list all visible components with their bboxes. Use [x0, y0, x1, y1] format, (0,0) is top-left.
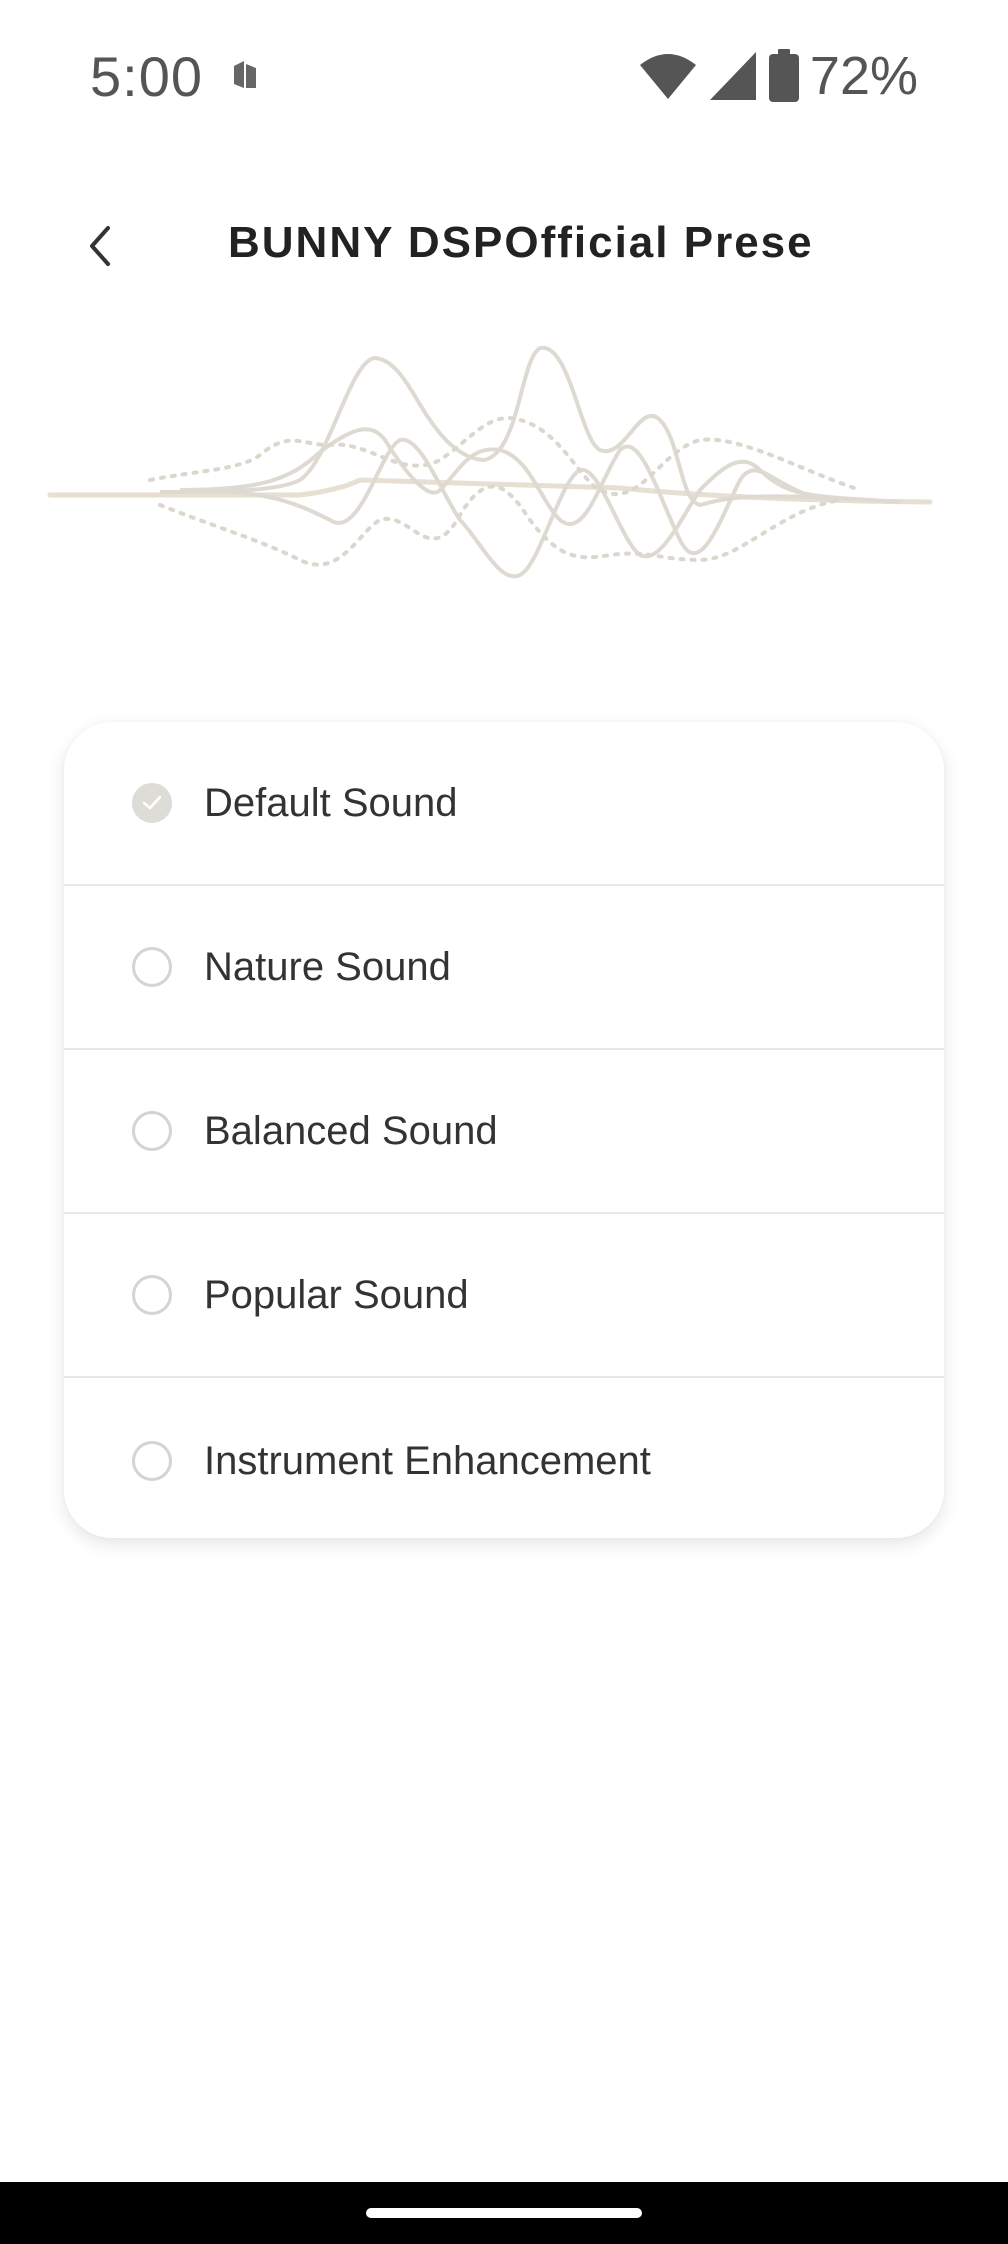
- preset-list-card: Default Sound Nature Sound Balanced Soun…: [64, 722, 944, 1538]
- header: BUNNY DSPOfficial Prese: [0, 190, 1008, 300]
- radio-unselected[interactable]: [132, 1441, 172, 1481]
- preset-option-balanced[interactable]: Balanced Sound: [64, 1050, 944, 1214]
- preset-option-instrument[interactable]: Instrument Enhancement: [64, 1378, 944, 1538]
- check-icon: [142, 795, 162, 810]
- preset-option-default[interactable]: Default Sound: [64, 722, 944, 886]
- page-title: BUNNY DSPOfficial Prese: [228, 218, 814, 267]
- system-nav-bar: [0, 2182, 1008, 2244]
- back-button[interactable]: [64, 210, 136, 282]
- preset-option-popular[interactable]: Popular Sound: [64, 1214, 944, 1378]
- wave-line-2: [179, 427, 841, 556]
- cell-signal-icon: [709, 52, 756, 100]
- wifi-icon: [639, 54, 696, 99]
- battery-icon: [768, 49, 799, 102]
- preset-label: Popular Sound: [204, 1272, 469, 1317]
- preset-label: Instrument Enhancement: [204, 1438, 651, 1483]
- status-time: 5:00: [90, 45, 203, 108]
- sound-wave-illustration: [47, 345, 933, 579]
- preset-label: Balanced Sound: [204, 1108, 498, 1153]
- preset-label: Nature Sound: [204, 944, 451, 989]
- status-bar: 5:00 72%: [0, 0, 1008, 150]
- radio-unselected[interactable]: [132, 1275, 172, 1315]
- preset-label: Default Sound: [204, 780, 458, 825]
- chevron-left-icon: [90, 226, 110, 266]
- battery-percentage: 72%: [809, 46, 918, 106]
- home-indicator[interactable]: [366, 2208, 642, 2218]
- radio-selected[interactable]: [132, 783, 172, 823]
- radio-unselected[interactable]: [132, 947, 172, 987]
- sound-preset-screen: 5:00 72% BUNNY DSPOfficial Prese Default…: [0, 0, 1008, 2244]
- preset-option-nature[interactable]: Nature Sound: [64, 886, 944, 1050]
- status-indicators: 72%: [638, 44, 918, 108]
- radio-unselected[interactable]: [132, 1111, 172, 1151]
- app-notification-icon: [234, 61, 256, 88]
